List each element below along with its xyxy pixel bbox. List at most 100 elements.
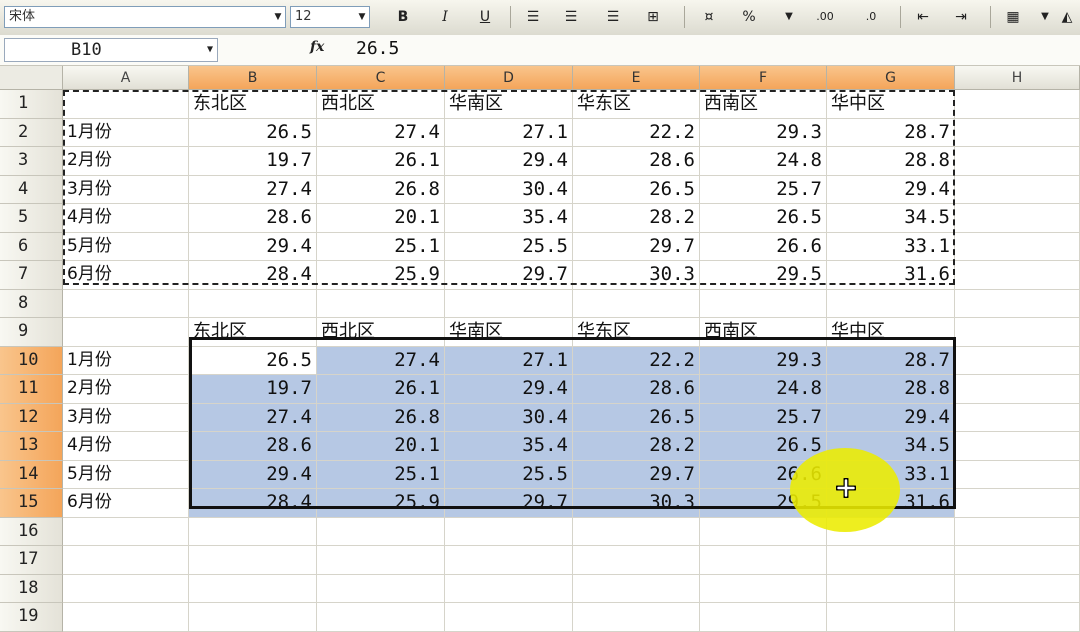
cell-e3[interactable]: 28.6 (573, 147, 700, 176)
cell-h15[interactable] (955, 489, 1080, 518)
cell-b11[interactable]: 19.7 (189, 375, 317, 404)
cell-h12[interactable] (955, 403, 1080, 432)
cell-b15[interactable]: 28.4 (189, 489, 317, 518)
dropdown-arrow-icon[interactable]: ▼ (207, 39, 213, 61)
cell-h2[interactable] (955, 118, 1080, 147)
cell-c12[interactable]: 26.8 (317, 403, 445, 432)
cell-h14[interactable] (955, 460, 1080, 489)
column-header-d[interactable]: D (445, 66, 573, 90)
column-header-g[interactable]: G (827, 66, 955, 90)
cell-a13[interactable]: 4月份 (63, 432, 189, 461)
dropdown-arrow-icon[interactable]: ▼ (271, 7, 285, 27)
row-header-8[interactable]: 8 (0, 289, 63, 318)
cell-c15[interactable]: 25.9 (317, 489, 445, 518)
cell-c17[interactable] (317, 546, 445, 575)
column-header-c[interactable]: C (317, 66, 445, 90)
column-header-h[interactable]: H (955, 66, 1080, 90)
cell-h16[interactable] (955, 517, 1080, 546)
cell-b12[interactable]: 27.4 (189, 403, 317, 432)
cell-a11[interactable]: 2月份 (63, 375, 189, 404)
fill-color-icon[interactable]: ◭ (1058, 7, 1076, 27)
cell-g3[interactable]: 28.8 (827, 147, 955, 176)
cell-f10[interactable]: 29.3 (700, 346, 827, 375)
cell-f14[interactable]: 26.6 (700, 460, 827, 489)
cell-b3[interactable]: 19.7 (189, 147, 317, 176)
cell-a12[interactable]: 3月份 (63, 403, 189, 432)
cell-f8[interactable] (700, 289, 827, 318)
cell-e6[interactable]: 29.7 (573, 232, 700, 261)
cell-d4[interactable]: 30.4 (445, 175, 573, 204)
fx-icon[interactable]: fx (310, 39, 324, 55)
cell-e14[interactable]: 29.7 (573, 460, 700, 489)
cell-d16[interactable] (445, 517, 573, 546)
cell-b7[interactable]: 28.4 (189, 261, 317, 290)
cell-f18[interactable] (700, 574, 827, 603)
cell-a6[interactable]: 5月份 (63, 232, 189, 261)
cell-f9[interactable]: 西南区 (700, 318, 827, 347)
borders-icon[interactable]: ▦ (1004, 7, 1022, 27)
cell-g7[interactable]: 31.6 (827, 261, 955, 290)
cell-h6[interactable] (955, 232, 1080, 261)
cell-b1[interactable]: 东北区 (189, 90, 317, 119)
cell-e8[interactable] (573, 289, 700, 318)
row-header-18[interactable]: 18 (0, 574, 63, 603)
row-header-14[interactable]: 14 (0, 460, 63, 489)
cell-f16[interactable] (700, 517, 827, 546)
cell-g8[interactable] (827, 289, 955, 318)
row-header-11[interactable]: 11 (0, 375, 63, 404)
cell-c16[interactable] (317, 517, 445, 546)
cell-a17[interactable] (63, 546, 189, 575)
cell-c10[interactable]: 27.4 (317, 346, 445, 375)
cell-a1[interactable] (63, 90, 189, 119)
cell-d10[interactable]: 27.1 (445, 346, 573, 375)
cell-e10[interactable]: 22.2 (573, 346, 700, 375)
cell-a3[interactable]: 2月份 (63, 147, 189, 176)
column-header-e[interactable]: E (573, 66, 700, 90)
cell-d5[interactable]: 35.4 (445, 204, 573, 233)
cell-d1[interactable]: 华南区 (445, 90, 573, 119)
column-header-f[interactable]: F (700, 66, 827, 90)
cell-h11[interactable] (955, 375, 1080, 404)
row-header-19[interactable]: 19 (0, 603, 63, 632)
row-header-16[interactable]: 16 (0, 517, 63, 546)
cell-h17[interactable] (955, 546, 1080, 575)
cell-g11[interactable]: 28.8 (827, 375, 955, 404)
cell-h3[interactable] (955, 147, 1080, 176)
cell-d8[interactable] (445, 289, 573, 318)
cell-g12[interactable]: 29.4 (827, 403, 955, 432)
column-header-a[interactable]: A (63, 66, 189, 90)
cell-b8[interactable] (189, 289, 317, 318)
cell-g14[interactable]: 33.1 (827, 460, 955, 489)
cell-b17[interactable] (189, 546, 317, 575)
cell-d18[interactable] (445, 574, 573, 603)
cell-g10[interactable]: 28.7 (827, 346, 955, 375)
cell-c13[interactable]: 20.1 (317, 432, 445, 461)
cell-c14[interactable]: 25.1 (317, 460, 445, 489)
italic-button[interactable]: I (436, 7, 454, 27)
cell-c18[interactable] (317, 574, 445, 603)
cell-e12[interactable]: 26.5 (573, 403, 700, 432)
cell-c1[interactable]: 西北区 (317, 90, 445, 119)
row-header-5[interactable]: 5 (0, 204, 63, 233)
cell-h1[interactable] (955, 90, 1080, 119)
cell-h9[interactable] (955, 318, 1080, 347)
cell-b10[interactable]: 26.5 (189, 346, 317, 375)
cell-d15[interactable]: 29.7 (445, 489, 573, 518)
row-header-9[interactable]: 9 (0, 318, 63, 347)
row-header-1[interactable]: 1 (0, 90, 63, 119)
cell-g17[interactable] (827, 546, 955, 575)
cell-e9[interactable]: 华东区 (573, 318, 700, 347)
cell-d9[interactable]: 华南区 (445, 318, 573, 347)
row-header-13[interactable]: 13 (0, 432, 63, 461)
cell-g15[interactable]: 31.6 (827, 489, 955, 518)
merge-center-icon[interactable]: ⊞ (644, 7, 662, 27)
cell-a16[interactable] (63, 517, 189, 546)
cell-e2[interactable]: 22.2 (573, 118, 700, 147)
cell-d13[interactable]: 35.4 (445, 432, 573, 461)
bold-button[interactable]: B (394, 7, 412, 27)
cell-e1[interactable]: 华东区 (573, 90, 700, 119)
align-center-icon[interactable]: ☰ (562, 7, 580, 27)
cell-f11[interactable]: 24.8 (700, 375, 827, 404)
cell-e5[interactable]: 28.2 (573, 204, 700, 233)
cell-c9[interactable]: 西北区 (317, 318, 445, 347)
